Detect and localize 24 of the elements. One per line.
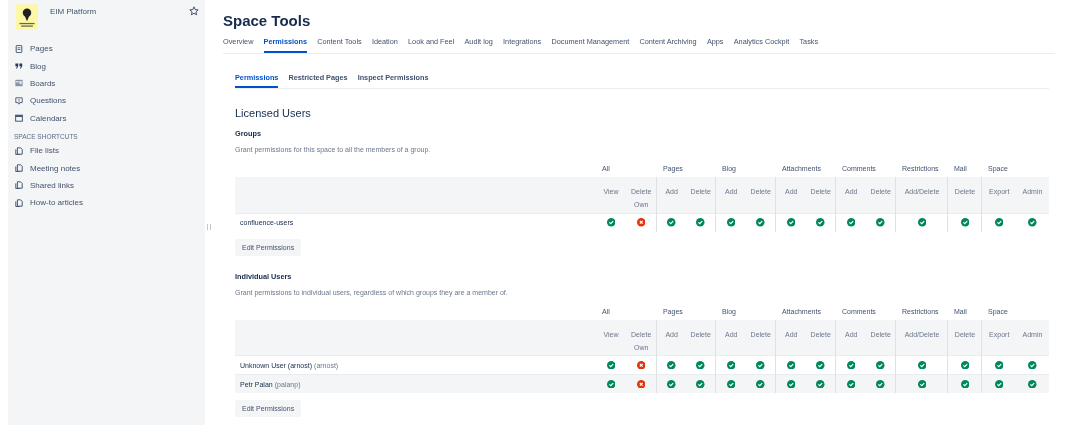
quote-icon	[15, 62, 23, 71]
space-logo-icon	[16, 4, 38, 30]
calendar-icon	[15, 114, 23, 123]
link-page-icon	[15, 198, 23, 207]
link-page-icon	[15, 164, 23, 173]
shortcut-item[interactable]: Meeting notes	[8, 159, 205, 177]
question-icon	[15, 96, 23, 105]
link-page-icon	[15, 181, 23, 190]
shortcut-item[interactable]: File lists	[8, 141, 205, 160]
page-icon	[15, 44, 23, 53]
sidebar-item[interactable]: Pages	[8, 40, 205, 58]
resize-handle[interactable]	[207, 224, 211, 230]
sidebar-item[interactable]: Blog	[8, 57, 205, 75]
link-page-icon	[15, 146, 23, 155]
sidebar-item[interactable]: Calendars	[8, 109, 205, 127]
board-icon	[15, 79, 23, 88]
shortcut-item[interactable]: Shared links	[8, 176, 205, 195]
sidebar-item[interactable]: Questions	[8, 92, 205, 110]
sidebar-item[interactable]: Boards	[8, 74, 205, 93]
star-icon[interactable]	[189, 6, 199, 16]
shortcut-item[interactable]: How-to articles	[8, 194, 205, 212]
page-title: Space Tools	[223, 12, 312, 29]
section-title: Licensed Users	[235, 107, 312, 119]
space-name[interactable]: EIM Platform	[50, 6, 189, 16]
